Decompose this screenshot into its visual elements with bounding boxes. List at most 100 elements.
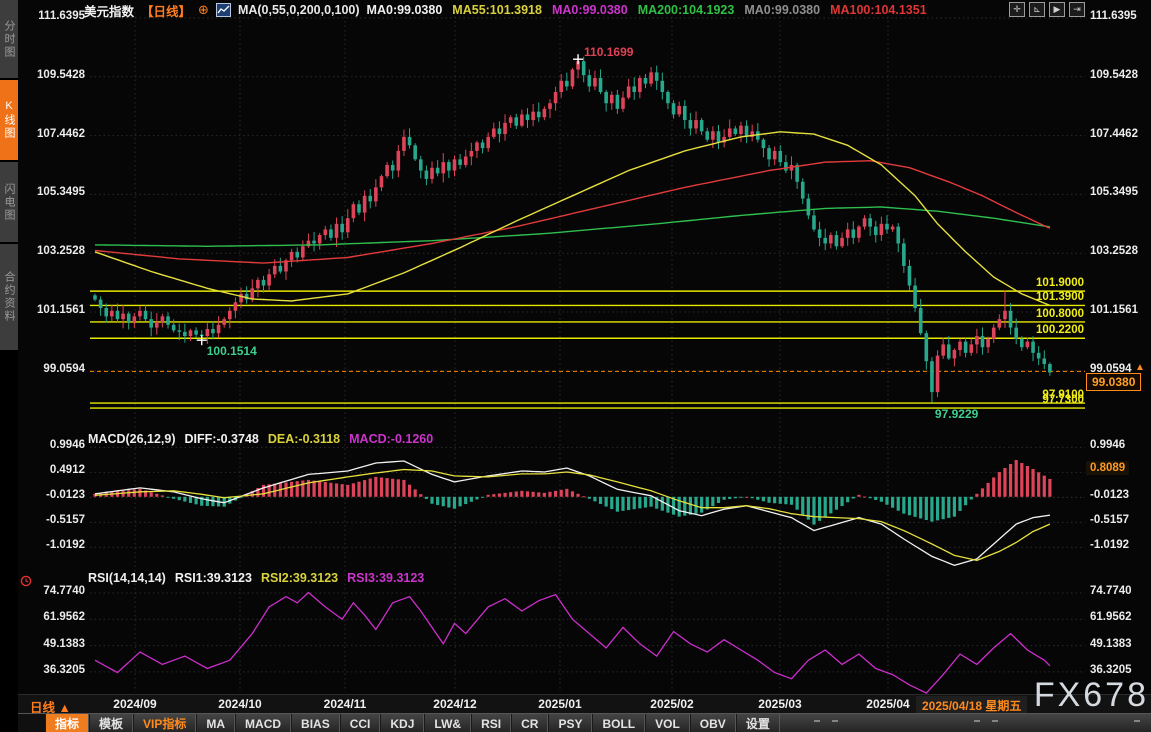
rsi-axis-right-2: 49.1383 bbox=[1090, 638, 1132, 650]
macd-axis-right-4: -1.0192 bbox=[1090, 539, 1129, 551]
month-label-2025/01: 2025/01 bbox=[538, 697, 581, 711]
chart-canvas[interactable] bbox=[0, 0, 1151, 732]
toolbar-button-BIAS[interactable]: BIAS bbox=[291, 714, 340, 732]
month-label-2025/03: 2025/03 bbox=[758, 697, 801, 711]
toolbar-button-模板[interactable]: 模板 bbox=[89, 714, 133, 732]
main-axis-right-3: 105.3495 bbox=[1090, 186, 1138, 198]
main-axis-right-4: 103.2528 bbox=[1090, 245, 1138, 257]
macd-dea-value: DEA:-0.3118 bbox=[268, 432, 340, 446]
toolbar-button-RSI[interactable]: RSI bbox=[471, 714, 511, 732]
main-axis-right-2: 107.4462 bbox=[1090, 128, 1138, 140]
macd-header: MACD(26,12,9) DIFF:-0.3748 DEA:-0.3118 M… bbox=[88, 432, 433, 446]
toolbar-dashes bbox=[780, 714, 1150, 732]
sidebar-item-2[interactable]: 闪电图 bbox=[0, 162, 18, 242]
fx678-watermark: FX678 bbox=[1034, 676, 1149, 715]
level-label-100.8000: 100.8000 bbox=[1000, 308, 1084, 320]
level-label-97.7300: 97.7300 bbox=[1000, 394, 1084, 406]
macd-macd-value: MACD:-0.1260 bbox=[349, 432, 433, 446]
chart-app: 分时图 K线图闪电图合约资料 美元指数【日线】 ⊕ MA(0,55,0,200,0,… bbox=[0, 0, 1151, 732]
ma-value-2: MA0:99.0380 bbox=[552, 3, 628, 17]
macd-axis-right-2: -0.0123 bbox=[1090, 489, 1129, 501]
toolbar-button-MA[interactable]: MA bbox=[196, 714, 235, 732]
rsi-axis-left-2: 49.1383 bbox=[15, 638, 85, 650]
chart-header: 美元指数【日线】 ⊕ MA(0,55,0,200,0,100) MA0:99.03… bbox=[84, 1, 927, 19]
rsi-axis-left-1: 61.9562 bbox=[15, 611, 85, 623]
shift-right-icon[interactable]: ⇥ bbox=[1069, 2, 1085, 17]
month-label-2024/09: 2024/09 bbox=[113, 697, 156, 711]
price-up-arrow-icon[interactable]: ▲ bbox=[1135, 362, 1145, 373]
macd-current-box: 0.8089 bbox=[1086, 461, 1129, 475]
rsi2-value: RSI2:39.3123 bbox=[261, 571, 338, 585]
rsi-axis-right-0: 74.7740 bbox=[1090, 585, 1132, 597]
annotation-100.1514: 100.1514 bbox=[207, 344, 257, 358]
play-forward-icon[interactable]: ▶ bbox=[1049, 2, 1065, 17]
main-axis-left-3: 105.3495 bbox=[15, 186, 85, 198]
rsi1-value: RSI1:39.3123 bbox=[175, 571, 252, 585]
level-label-101.9000: 101.9000 bbox=[1000, 277, 1084, 289]
macd-title: MACD(26,12,9) bbox=[88, 432, 176, 446]
macd-axis-right-0: 0.9946 bbox=[1090, 439, 1125, 451]
sidebar-item-1[interactable]: K线图 bbox=[0, 80, 18, 160]
toolbar-button-OBV[interactable]: OBV bbox=[690, 714, 736, 732]
toolbar-button-VOL[interactable]: VOL bbox=[645, 714, 690, 732]
ma-value-5: MA100:104.1351 bbox=[830, 3, 927, 17]
month-label-2024/12: 2024/12 bbox=[433, 697, 476, 711]
level-label-101.3900: 101.3900 bbox=[1000, 291, 1084, 303]
ma-value-4: MA0:99.0380 bbox=[744, 3, 820, 17]
month-label-2024/11: 2024/11 bbox=[324, 697, 367, 711]
top-right-tools: ✛ ⊾ ▶ ⇥ bbox=[1009, 2, 1085, 17]
macd-axis-left-4: -1.0192 bbox=[15, 539, 85, 551]
macd-axis-left-0: 0.9946 bbox=[15, 439, 85, 451]
x-axis-strip: 日线 ▲ 2025/04/18 星期五 2024/092024/102024/1… bbox=[18, 694, 1151, 714]
rsi-axis-right-3: 36.3205 bbox=[1090, 664, 1132, 676]
main-axis-left-5: 101.1561 bbox=[15, 304, 85, 316]
rsi-axis-right-1: 61.9562 bbox=[1090, 611, 1132, 623]
toolbar-button-MACD[interactable]: MACD bbox=[235, 714, 291, 732]
axis-scale-icon[interactable]: ⊾ bbox=[1029, 2, 1045, 17]
main-axis-left-6: 99.0594 bbox=[15, 363, 85, 375]
main-axis-left-4: 103.2528 bbox=[15, 245, 85, 257]
month-label-2025/04: 2025/04 bbox=[866, 697, 909, 711]
main-axis-left-1: 109.5428 bbox=[15, 69, 85, 81]
toolbar-button-BOLL[interactable]: BOLL bbox=[592, 714, 645, 732]
line-chart-icon[interactable] bbox=[216, 3, 231, 17]
toolbar-button-CR[interactable]: CR bbox=[511, 714, 548, 732]
symbol-name: 美元指数 bbox=[84, 1, 134, 20]
rsi-title: RSI(14,14,14) bbox=[88, 571, 166, 585]
annotation-97.9229: 97.9229 bbox=[935, 407, 978, 421]
ma-value-0: MA0:99.0380 bbox=[367, 3, 443, 17]
rsi-axis-left-3: 36.3205 bbox=[15, 664, 85, 676]
toolbar-button-VIP指标[interactable]: VIP指标 bbox=[133, 714, 196, 732]
rsi3-value: RSI3:39.3123 bbox=[347, 571, 424, 585]
month-label-2024/10: 2024/10 bbox=[218, 697, 261, 711]
bottom-toolbar: 指标模板VIP指标MAMACDBIASCCIKDJLW&RSICRPSYBOLL… bbox=[18, 713, 1151, 732]
sidebar-item-0[interactable]: 分时图 bbox=[0, 0, 18, 78]
pan-tool-icon[interactable]: ✛ bbox=[1009, 2, 1025, 17]
month-label-2025/02: 2025/02 bbox=[650, 697, 693, 711]
macd-axis-left-2: -0.0123 bbox=[15, 489, 85, 501]
main-axis-left-0: 111.6395 bbox=[15, 10, 85, 22]
ma-value-3: MA200:104.1923 bbox=[638, 3, 735, 17]
alarm-clock-icon[interactable] bbox=[20, 574, 32, 592]
main-axis-right-0: 111.6395 bbox=[1090, 10, 1137, 22]
sidebar: 分时图 K线图闪电图合约资料 bbox=[0, 0, 18, 732]
ma-settings: MA(0,55,0,200,0,100) bbox=[238, 3, 360, 17]
add-indicator-icon[interactable]: ⊕ bbox=[198, 2, 209, 18]
ma-value-1: MA55:101.3918 bbox=[452, 3, 542, 17]
toolbar-button-指标[interactable]: 指标 bbox=[45, 714, 89, 732]
macd-axis-left-3: -0.5157 bbox=[15, 514, 85, 526]
sidebar-item-3[interactable]: 合约资料 bbox=[0, 244, 18, 350]
period-label[interactable]: 【日线】 bbox=[141, 1, 191, 20]
toolbar-button-LW&[interactable]: LW& bbox=[424, 714, 471, 732]
toolbar-button-设置[interactable]: 设置 bbox=[736, 714, 780, 732]
macd-axis-right-3: -0.5157 bbox=[1090, 514, 1129, 526]
ma-values: MA0:99.0380 MA55:101.3918 MA0:99.0380 MA200… bbox=[367, 3, 927, 17]
main-axis-right-5: 101.1561 bbox=[1090, 304, 1138, 316]
toolbar-button-CCI[interactable]: CCI bbox=[340, 714, 381, 732]
current-price-box: 99.0380 bbox=[1086, 373, 1141, 391]
toolbar-button-KDJ[interactable]: KDJ bbox=[380, 714, 424, 732]
macd-diff-value: DIFF:-0.3748 bbox=[185, 432, 259, 446]
main-axis-left-2: 107.4462 bbox=[15, 128, 85, 140]
toolbar-button-PSY[interactable]: PSY bbox=[548, 714, 592, 732]
annotation-110.1699: 110.1699 bbox=[584, 45, 633, 59]
